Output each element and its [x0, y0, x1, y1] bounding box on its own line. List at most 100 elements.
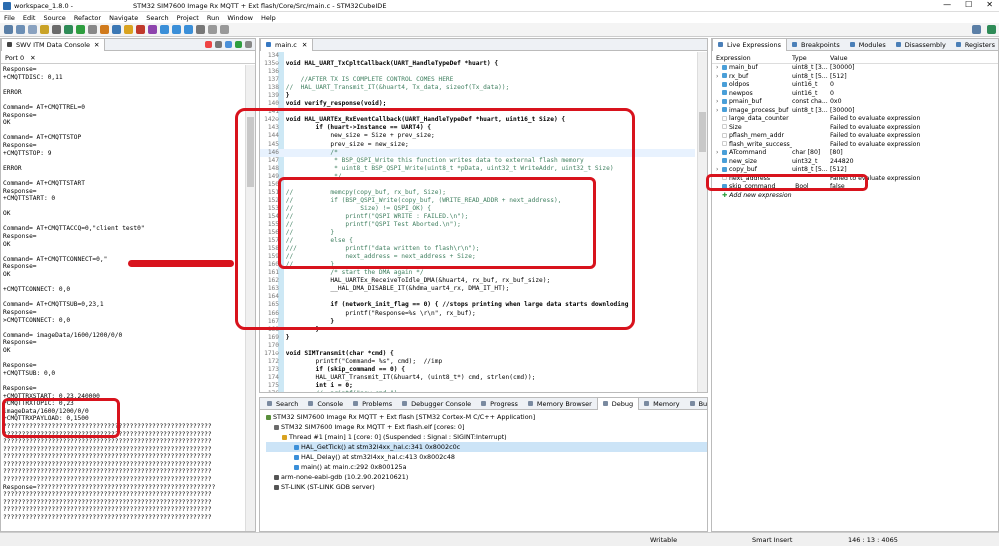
settings-icon[interactable] [225, 41, 232, 48]
tab-debugger-console[interactable]: Debugger Console [397, 398, 476, 410]
expression-row[interactable]: › pmain_buf const cha... 0x0 [712, 98, 998, 107]
menu-run[interactable]: Run [203, 14, 223, 22]
debug-thread-item[interactable]: Thread #1 [main] 1 [core: 0] (Suspended … [266, 432, 707, 442]
expression-type: uint8_t [3... [792, 64, 828, 71]
expression-row[interactable]: newpos uint16_t 0 [712, 90, 998, 99]
window-titlebar: workspace_1.8.0 - STM32 SIM7600 Image Rx… [0, 0, 999, 12]
expression-value: [512] [830, 72, 847, 80]
terminate-icon[interactable] [136, 25, 145, 34]
step-return-icon[interactable] [184, 25, 193, 34]
chevron-down-icon[interactable] [88, 25, 97, 34]
tab-live-expressions[interactable]: Live Expressions [712, 39, 788, 51]
menu-window[interactable]: Window [223, 14, 257, 22]
tab-modules[interactable]: Modules [845, 39, 891, 51]
tab-problems[interactable]: Problems [348, 398, 397, 410]
menu-search[interactable]: Search [142, 14, 172, 22]
back-icon[interactable] [208, 25, 217, 34]
expression-row[interactable]: flash_write_success_c Failed to evaluate … [712, 141, 998, 150]
perspective-icon[interactable] [972, 25, 981, 34]
redaction-mark [128, 260, 234, 267]
debug-perspective-icon[interactable] [987, 25, 996, 34]
search-icon[interactable] [196, 25, 205, 34]
expression-type [792, 124, 830, 133]
clear-icon[interactable] [215, 41, 222, 48]
tab-build-analyzer[interactable]: Build Analyzer [685, 398, 707, 410]
tab-port-0[interactable]: Port 0 [1, 53, 29, 62]
debug-frame-hal-gettick[interactable]: HAL_GetTick() at stm32l4xx_hal.c:341 0x8… [266, 442, 707, 452]
expression-row[interactable]: oldpos uint16_t 0 [712, 81, 998, 90]
disconnect-icon[interactable] [148, 25, 157, 34]
editor-scrollbar[interactable] [697, 52, 707, 392]
tab-progress[interactable]: Progress [476, 398, 523, 410]
minimize-view-icon[interactable] [245, 41, 252, 48]
tab-debug[interactable]: Debug [596, 398, 640, 410]
record-icon[interactable] [205, 41, 212, 48]
menu-file[interactable]: File [0, 14, 19, 22]
debug-frame-hal-delay[interactable]: HAL_Delay() at stm32l4xx_hal.c:413 0x800… [266, 452, 707, 462]
menu-project[interactable]: Project [173, 14, 203, 22]
start-trace-icon[interactable] [235, 41, 242, 48]
close-icon[interactable]: ✕ [30, 54, 35, 62]
menu-refactor[interactable]: Refactor [70, 14, 105, 22]
tab-disassembly[interactable]: Disassembly [891, 39, 951, 51]
menu-help[interactable]: Help [257, 14, 280, 22]
debug-frame-main[interactable]: main() at main.c:292 0x800125a [266, 462, 707, 472]
expression-row[interactable]: new_size uint32_t 244820 [712, 158, 998, 167]
tab-registers[interactable]: Registers [951, 39, 998, 51]
suspend-icon[interactable] [124, 25, 133, 34]
debug-icon[interactable] [64, 25, 73, 34]
editor-scroll-thumb[interactable] [699, 112, 706, 152]
maximize-button[interactable]: ☐ [965, 0, 972, 9]
code-text: // printf("new_cmd="); [286, 390, 402, 392]
tab-icon [308, 401, 314, 406]
close-icon[interactable]: ✕ [302, 39, 307, 51]
expression-row[interactable]: › main_buf uint8_t [3... [30000] [712, 64, 998, 73]
menu-edit[interactable]: Edit [19, 14, 40, 22]
console-line: OK [3, 346, 11, 354]
debug-elf-item[interactable]: STM32 SIM7600 Image Rx MQTT + Ext flash.… [266, 422, 707, 432]
tab-main-c[interactable]: main.c ✕ [260, 39, 314, 51]
debug-stlink-item[interactable]: ST-LINK (ST-LINK GDB server) [266, 482, 707, 492]
new-icon[interactable] [4, 25, 13, 34]
resume-icon[interactable] [112, 25, 121, 34]
tab-swv-itm-console[interactable]: SWV ITM Data Console ✕ [1, 39, 106, 51]
tab-breakpoints[interactable]: Breakpoints [787, 39, 845, 51]
step-into-icon[interactable] [160, 25, 169, 34]
close-window-button[interactable]: ✕ [986, 0, 993, 9]
expression-row[interactable]: pflash_mem_addr Failed to evaluate expres… [712, 132, 998, 141]
expression-row[interactable]: Size Failed to evaluate expression [712, 124, 998, 133]
expression-row[interactable]: large_data_counter Failed to evaluate exp… [712, 115, 998, 124]
forward-icon[interactable] [220, 25, 229, 34]
console-line: Response= [3, 384, 37, 392]
right-tabbar: Live Expressions Breakpoints Modules Disass… [712, 39, 998, 51]
run-icon[interactable] [76, 25, 85, 34]
expression-row[interactable]: › rx_buf uint8_t [5... [512] [712, 73, 998, 82]
gear-icon[interactable] [52, 25, 61, 34]
external-tools-icon[interactable] [100, 25, 109, 34]
console-line: ????????????????????????????????????????… [3, 514, 212, 522]
expression-value: [30000] [830, 106, 855, 114]
code-line: 137 //AFTER TX IS COMPLETE CONTROL COMES… [260, 76, 695, 84]
menu-navigate[interactable]: Navigate [105, 14, 142, 22]
tab-search[interactable]: Search [262, 398, 303, 410]
tab-console[interactable]: Console [303, 398, 348, 410]
debug-gdb-item[interactable]: arm-none-eabi-gdb (10.2.90.20210621) [266, 472, 707, 482]
debug-launch-item[interactable]: STM32 SIM7600 Image Rx MQTT + Ext flash … [266, 412, 707, 422]
build-icon[interactable] [40, 25, 49, 34]
save-icon[interactable] [16, 25, 25, 34]
tab-memory-browser[interactable]: Memory Browser [523, 398, 597, 410]
line-number: 169 [267, 333, 279, 341]
expression-row[interactable]: › image_process_buf uint8_t [3... [30000] [712, 107, 998, 116]
code-text: //AFTER TX IS COMPLETE CONTROL COMES HER… [285, 76, 454, 84]
close-icon[interactable]: ✕ [94, 39, 99, 51]
step-over-icon[interactable] [172, 25, 181, 34]
save-all-icon[interactable] [28, 25, 37, 34]
menu-source[interactable]: Source [39, 14, 69, 22]
minimize-button[interactable]: — [943, 0, 951, 9]
tab-memory[interactable]: Memory [639, 398, 684, 410]
add-new-expression[interactable]: ✚ Add new expression [712, 192, 998, 201]
expression-row[interactable]: › ATcommand char [80] [80] [712, 149, 998, 158]
